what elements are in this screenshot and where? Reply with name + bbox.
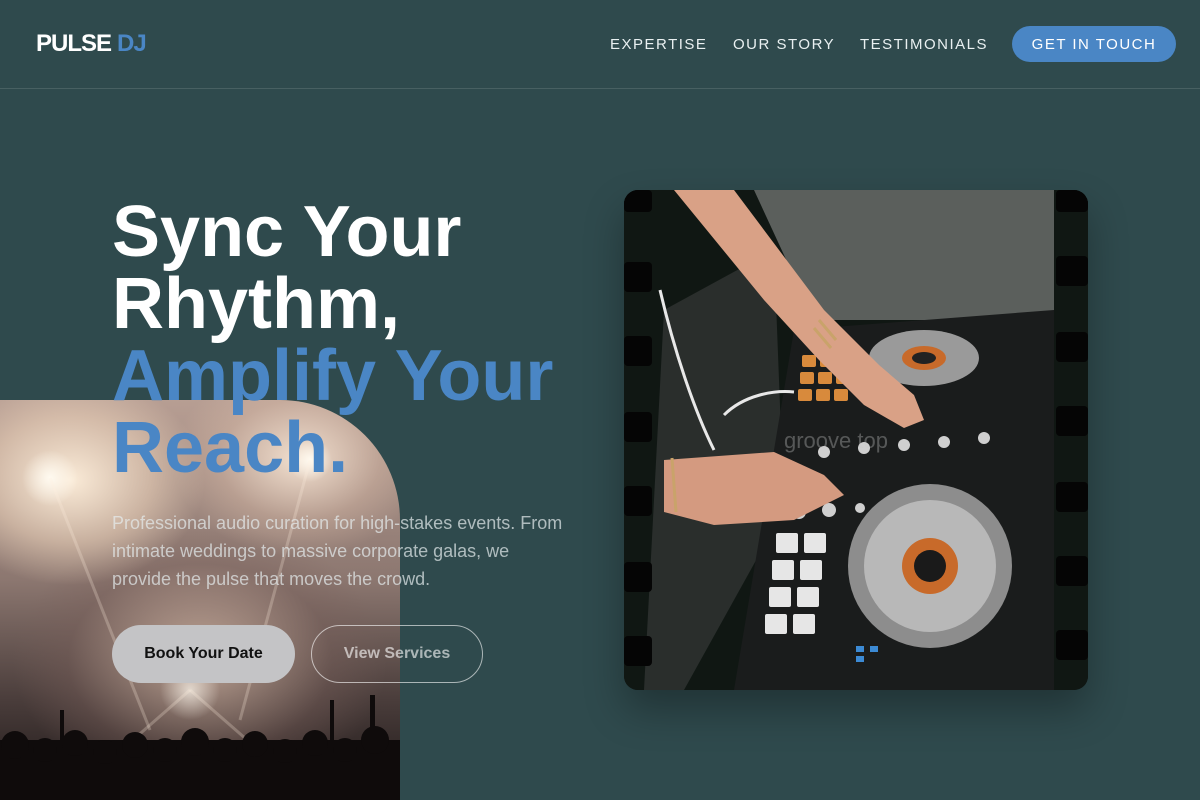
headline-line-2: Rhythm, bbox=[112, 264, 400, 344]
headline-line-1: Sync Your bbox=[112, 192, 462, 272]
get-in-touch-button[interactable]: GET IN TOUCH bbox=[1012, 26, 1176, 62]
view-services-button[interactable]: View Services bbox=[311, 625, 483, 683]
book-your-date-button[interactable]: Book Your Date bbox=[112, 625, 295, 683]
brand-suffix: DJ bbox=[117, 30, 147, 57]
nav-link-expertise[interactable]: EXPERTISE bbox=[610, 36, 707, 53]
brand-name: PULSE bbox=[36, 30, 112, 57]
dj-image-watermark: groove top bbox=[784, 428, 888, 453]
dj-controller-illustration: groove top bbox=[624, 190, 1088, 690]
site-header: PULSE DJ EXPERTISE OUR STORY TESTIMONIALS… bbox=[0, 0, 1200, 89]
dj-controller-image: groove top bbox=[624, 190, 1088, 690]
headline-line-4: Reach. bbox=[112, 408, 349, 488]
headline-line-3: Amplify Your bbox=[112, 336, 554, 416]
nav-link-our-story[interactable]: OUR STORY bbox=[733, 36, 835, 53]
brand-logo[interactable]: PULSE DJ bbox=[36, 30, 147, 58]
nav-link-testimonials[interactable]: TESTIMONIALS bbox=[860, 36, 988, 53]
hero-description: Professional audio curation for high-sta… bbox=[112, 513, 563, 589]
hero-headline: Sync Your Rhythm, Amplify Your Reach. bbox=[112, 196, 582, 484]
